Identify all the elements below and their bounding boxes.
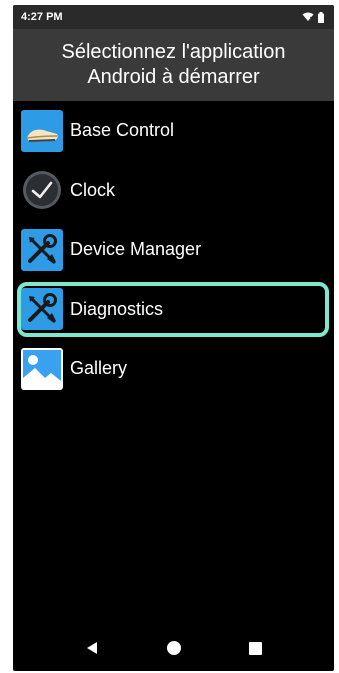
app-list: Base Control Clock Device Manager Diagno… [13, 101, 334, 399]
app-item-device-manager[interactable]: Device Manager [13, 220, 334, 280]
app-label-base-control: Base Control [70, 120, 175, 141]
chooser-title: Sélectionnez l'application Android à dém… [13, 29, 334, 101]
base-control-icon [21, 109, 63, 152]
status-bar: 4:27 PM [13, 5, 334, 29]
app-item-diagnostics[interactable]: Diagnostics [13, 280, 334, 340]
home-icon[interactable] [162, 636, 186, 660]
app-item-base-control[interactable]: Base Control [13, 101, 334, 161]
app-item-gallery[interactable]: Gallery [13, 339, 334, 399]
wrench-screwdriver-icon [21, 228, 63, 271]
battery-icon [318, 11, 324, 23]
status-icons [302, 11, 324, 23]
app-item-clock[interactable]: Clock [13, 161, 334, 221]
app-label-clock: Clock [70, 179, 116, 200]
navigation-bar [13, 625, 334, 671]
chooser-title-line-1: Sélectionnez l'application [61, 41, 286, 63]
app-label-gallery: Gallery [70, 358, 128, 379]
back-icon[interactable] [80, 636, 104, 660]
chooser-title-line-2: Android à démarrer [87, 66, 260, 88]
clock-icon [21, 169, 63, 211]
recents-icon[interactable] [244, 636, 268, 660]
phone-screen: 4:27 PM Sélectionnez l'application Andro… [13, 5, 334, 671]
status-time: 4:27 PM [21, 11, 63, 23]
app-label-device-manager: Device Manager [70, 239, 202, 260]
selection-highlight [17, 281, 329, 337]
wifi-icon [302, 12, 314, 21]
gallery-icon [21, 347, 63, 390]
